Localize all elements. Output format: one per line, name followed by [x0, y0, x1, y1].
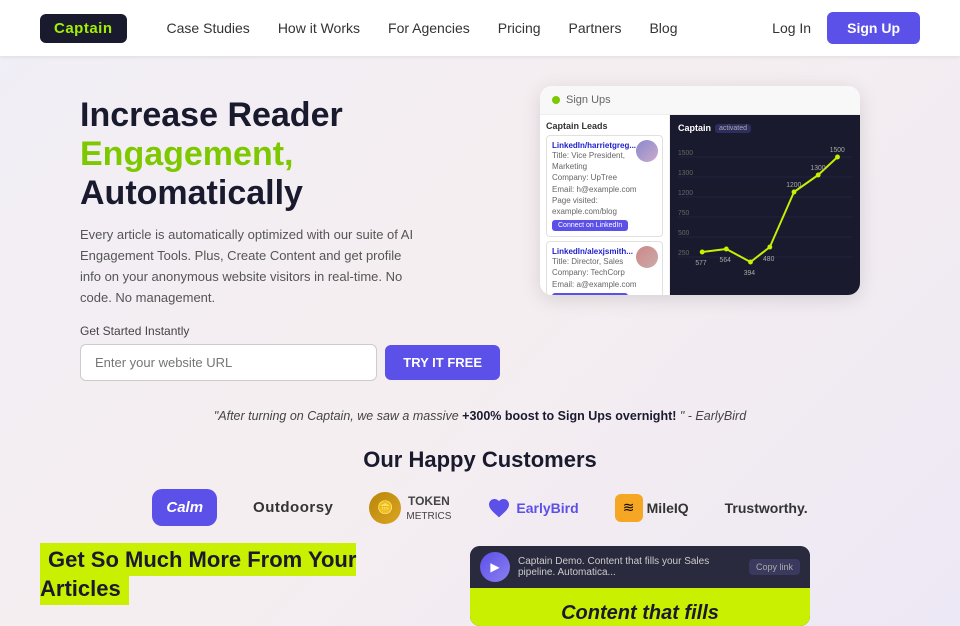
svg-text:564: 564	[720, 257, 731, 264]
lead-card-2: LinkedIn/alexjsmith... Title: Director, …	[546, 241, 663, 295]
token-text: TOKENMETRICS	[406, 494, 451, 522]
hero-title-line2: Automatically	[80, 174, 303, 212]
copy-link-button[interactable]: Copy link	[749, 559, 800, 575]
bottom-right: ▶ Captain Demo. Content that fills your …	[470, 546, 810, 626]
cta-row: TRY IT FREE	[80, 344, 500, 381]
try-it-free-button[interactable]: TRY IT FREE	[385, 345, 500, 380]
connect-button-2[interactable]: Connect on LinkedIn	[552, 293, 628, 295]
svg-text:480: 480	[763, 256, 774, 263]
svg-text:1500: 1500	[830, 147, 845, 154]
customers-section: Our Happy Customers Calm Outdoorsy 🪙 TOK…	[0, 431, 960, 536]
earlybird-text: EarlyBird	[516, 500, 578, 516]
svg-text:394: 394	[744, 270, 755, 277]
svg-text:1300: 1300	[678, 170, 693, 177]
nav-links: Case Studies How it Works For Agencies P…	[167, 20, 773, 36]
status-dot	[552, 96, 560, 104]
nav-blog[interactable]: Blog	[649, 20, 677, 36]
lead-avatar-1	[636, 140, 658, 162]
logo-text: Captain	[54, 20, 113, 37]
token-icon: 🪙	[369, 492, 401, 524]
svg-text:1500: 1500	[678, 150, 693, 157]
svg-text:500: 500	[678, 230, 689, 237]
logo[interactable]: Captain	[40, 14, 127, 43]
chart-panel: Captain activated 1500 1300	[670, 115, 860, 295]
activated-badge: activated	[715, 124, 751, 133]
dashboard-mockup: Sign Ups Captain Leads LinkedIn/harrietg…	[540, 86, 860, 295]
video-content: Content that fills	[470, 588, 810, 626]
customers-logos: Calm Outdoorsy 🪙 TOKENMETRICS EarlyBird …	[40, 489, 920, 526]
hero-description: Every article is automatically optimized…	[80, 225, 420, 308]
dashboard-header: Sign Ups	[540, 86, 860, 115]
customer-logo-calm: Calm	[152, 489, 217, 526]
bottom-left: Get So Much More From Your Articles	[40, 546, 440, 603]
nav-how-it-works[interactable]: How it Works	[278, 20, 360, 36]
chart-header: Captain activated	[678, 123, 852, 133]
nav-pricing[interactable]: Pricing	[498, 20, 541, 36]
video-bar: ▶ Captain Demo. Content that fills your …	[470, 546, 810, 588]
svg-text:577: 577	[695, 260, 706, 267]
svg-text:250: 250	[678, 250, 689, 257]
bottom-section: Get So Much More From Your Articles ▶ Ca…	[0, 536, 960, 626]
customer-logo-outdoorsy: Outdoorsy	[253, 499, 333, 516]
bottom-title-line2: Articles	[40, 576, 121, 601]
lead-avatar-2	[636, 246, 658, 268]
connect-button-1[interactable]: Connect on LinkedIn	[552, 220, 628, 231]
bottom-title: Get So Much More From Your Articles	[40, 546, 440, 603]
video-description: Captain Demo. Content that fills your Sa…	[518, 556, 741, 578]
lead-card-1: LinkedIn/harrietgreg... Title: Vice Pres…	[546, 135, 663, 237]
svg-text:1200: 1200	[678, 190, 693, 197]
navigation: Captain Case Studies How it Works For Ag…	[0, 0, 960, 56]
leads-panel: Captain Leads LinkedIn/harrietgreg... Ti…	[540, 115, 670, 295]
customer-logo-earlybird: EarlyBird	[487, 496, 578, 520]
hero-section: Increase Reader Engagement, Automaticall…	[0, 56, 960, 401]
testimonial-highlight: +300% boost to Sign Ups overnight!	[462, 409, 676, 423]
signup-button[interactable]: Sign Up	[827, 12, 920, 44]
get-started-label: Get Started Instantly	[80, 324, 500, 338]
bottom-title-line1: Get So Much More From Your	[48, 547, 356, 572]
earlybird-icon	[487, 496, 511, 520]
nav-for-agencies[interactable]: For Agencies	[388, 20, 470, 36]
hero-left: Increase Reader Engagement, Automaticall…	[80, 86, 500, 381]
svg-text:750: 750	[678, 210, 689, 217]
signup-label: Sign Ups	[566, 94, 611, 106]
hero-title: Increase Reader Engagement, Automaticall…	[80, 96, 500, 213]
nav-actions: Log In Sign Up	[772, 12, 920, 44]
leads-title: Captain Leads	[546, 121, 663, 131]
hero-title-green: Engagement,	[80, 135, 293, 173]
video-icon: ▶	[480, 552, 510, 582]
video-content-text: Content that fills	[561, 602, 719, 625]
hero-title-line1: Increase Reader	[80, 96, 343, 134]
chart-captain-label: Captain	[678, 123, 711, 133]
url-input[interactable]	[80, 344, 377, 381]
customers-title: Our Happy Customers	[40, 447, 920, 473]
nav-case-studies[interactable]: Case Studies	[167, 20, 250, 36]
nav-partners[interactable]: Partners	[569, 20, 622, 36]
chart-area: 1500 1300 1200 750 500 250	[678, 137, 852, 277]
customer-logo-mileiq: ≋ MileIQ	[615, 494, 689, 522]
customer-logo-trustworthy: Trustworthy.	[725, 500, 808, 516]
dashboard-body: Captain Leads LinkedIn/harrietgreg... Ti…	[540, 115, 860, 295]
bottom-title-text: Get So Much More From Your Articles	[40, 543, 356, 605]
login-button[interactable]: Log In	[772, 20, 811, 36]
testimonial-text: "After turning on Captain, we saw a mass…	[214, 409, 462, 423]
mileiq-text: MileIQ	[647, 500, 689, 516]
mileiq-icon: ≋	[615, 494, 643, 522]
svg-text:1200: 1200	[786, 182, 801, 189]
testimonial-attribution: " - EarlyBird	[680, 409, 746, 423]
customer-logo-token: 🪙 TOKENMETRICS	[369, 492, 451, 524]
svg-text:1300: 1300	[810, 165, 825, 172]
testimonial: "After turning on Captain, we saw a mass…	[0, 401, 960, 431]
